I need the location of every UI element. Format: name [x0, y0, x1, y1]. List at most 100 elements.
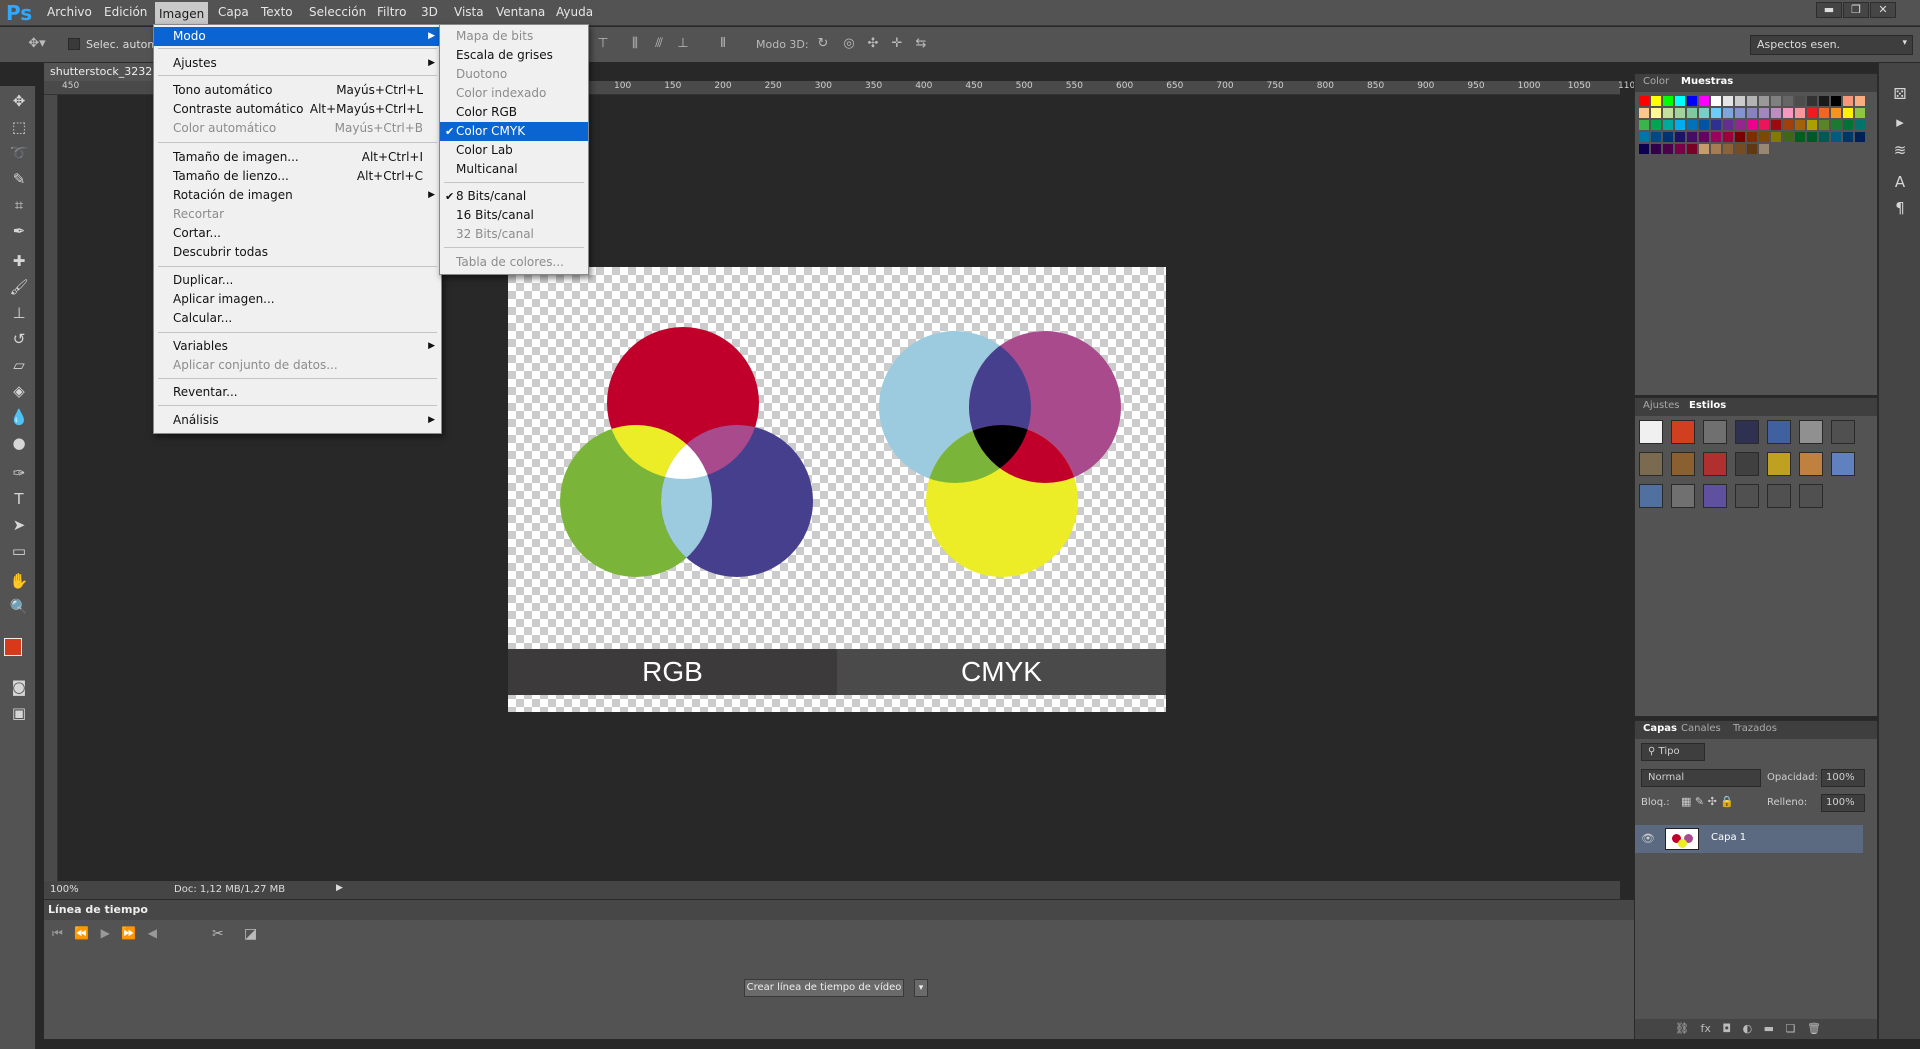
eraser-tool-icon[interactable]: ▱ — [8, 354, 30, 376]
color-swatch[interactable] — [1783, 96, 1793, 106]
color-swatch[interactable] — [1747, 132, 1757, 142]
dodge-tool-icon[interactable]: ● — [8, 432, 30, 454]
color-swatch[interactable] — [1699, 108, 1709, 118]
status-menu-arrow-icon[interactable]: ▶ — [336, 883, 343, 893]
next-frame-icon[interactable]: ⏩ — [121, 926, 136, 940]
menu-capa[interactable]: Capa — [215, 5, 252, 19]
style-preset[interactable] — [1799, 484, 1823, 508]
menu-vista[interactable]: Vista — [451, 5, 487, 19]
style-preset[interactable] — [1799, 452, 1823, 476]
mode-multicanal[interactable]: Multicanal — [440, 160, 588, 179]
mode-color-rgb[interactable]: Color RGB — [440, 103, 588, 122]
tab-swatches[interactable]: Muestras — [1681, 76, 1733, 87]
color-swatch[interactable] — [1711, 108, 1721, 118]
color-swatch[interactable] — [1843, 108, 1853, 118]
paint-bucket-tool-icon[interactable]: ◈ — [8, 380, 30, 402]
menu-imagen[interactable]: Imagen — [155, 2, 209, 26]
color-swatch[interactable] — [1759, 120, 1769, 130]
mode-escala-de-grises[interactable]: Escala de grises — [440, 46, 588, 65]
tab-paths[interactable]: Trazados — [1733, 723, 1777, 734]
style-preset[interactable] — [1671, 452, 1695, 476]
color-swatch[interactable] — [1783, 108, 1793, 118]
color-swatch[interactable] — [1663, 144, 1673, 154]
roll-3d-icon[interactable]: ◎ — [840, 36, 858, 54]
opacity-input[interactable]: 100% — [1821, 769, 1865, 787]
autoselect-checkbox[interactable] — [68, 38, 80, 50]
color-swatch[interactable] — [1747, 144, 1757, 154]
color-swatch[interactable] — [1723, 120, 1733, 130]
style-preset[interactable] — [1831, 452, 1855, 476]
style-preset[interactable] — [1703, 420, 1727, 444]
close-button[interactable]: ✕ — [1870, 2, 1896, 18]
color-swatch[interactable] — [1651, 144, 1661, 154]
color-swatch[interactable] — [1831, 108, 1841, 118]
link-layers-icon[interactable]: ⛓ — [1675, 1022, 1689, 1035]
color-swatch[interactable] — [1855, 132, 1865, 142]
color-swatch[interactable] — [1699, 132, 1709, 142]
color-swatch[interactable] — [1723, 144, 1733, 154]
mode-color-lab[interactable]: Color Lab — [440, 141, 588, 160]
color-swatch[interactable] — [1759, 108, 1769, 118]
color-swatch[interactable] — [1831, 120, 1841, 130]
color-swatch[interactable] — [1675, 132, 1685, 142]
color-swatch[interactable] — [1699, 144, 1709, 154]
tab-color[interactable]: Color — [1643, 76, 1669, 87]
adjustment-layer-icon[interactable]: ◐ — [1743, 1022, 1753, 1035]
color-swatch[interactable] — [1723, 108, 1733, 118]
color-swatch[interactable] — [1819, 120, 1829, 130]
color-swatch[interactable] — [1819, 132, 1829, 142]
menu-item-calcular[interactable]: Calcular... — [154, 309, 441, 328]
path-selection-tool-icon[interactable]: ➤ — [8, 514, 30, 536]
color-swatch[interactable] — [1747, 108, 1757, 118]
color-swatch[interactable] — [1807, 108, 1817, 118]
document-canvas[interactable]: RGB CMYK — [508, 267, 1166, 712]
color-swatch[interactable] — [1819, 96, 1829, 106]
brush-panel-icon[interactable]: ≋ — [1889, 139, 1911, 161]
distribute-icon[interactable]: ⫴ — [714, 36, 732, 54]
clone-stamp-tool-icon[interactable]: ⊥ — [8, 302, 30, 324]
character-panel-icon[interactable]: A — [1889, 171, 1911, 193]
mode-16-bits[interactable]: 16 Bits/canal — [440, 206, 588, 225]
slide-3d-icon[interactable]: ✛ — [888, 36, 906, 54]
layer-filter-select[interactable]: ⚲ Tipo — [1641, 743, 1705, 761]
color-swatch[interactable] — [1855, 120, 1865, 130]
layer-row[interactable]: 👁 Capa 1 — [1635, 825, 1863, 853]
drag-3d-icon[interactable]: ✣ — [864, 36, 882, 54]
workspace-select[interactable]: Aspectos esen. ▾ — [1750, 35, 1913, 55]
color-swatch[interactable] — [1663, 132, 1673, 142]
color-swatch[interactable] — [1663, 120, 1673, 130]
color-swatch[interactable] — [1855, 96, 1865, 106]
color-swatch[interactable] — [1711, 96, 1721, 106]
lasso-tool-icon[interactable]: ➰ — [8, 142, 30, 164]
color-swatch[interactable] — [1735, 96, 1745, 106]
color-swatch[interactable] — [1639, 108, 1649, 118]
foreground-color-swatch[interactable] — [4, 638, 22, 656]
color-swatch[interactable] — [1675, 120, 1685, 130]
eyedropper-tool-icon[interactable]: ✒ — [8, 220, 30, 242]
color-swatch[interactable] — [1771, 120, 1781, 130]
color-swatch[interactable] — [1759, 132, 1769, 142]
color-swatch[interactable] — [1735, 108, 1745, 118]
marquee-tool-icon[interactable]: ⬚ — [8, 116, 30, 138]
new-layer-icon[interactable]: ❏ — [1786, 1022, 1796, 1035]
style-preset[interactable] — [1735, 484, 1759, 508]
fx-icon[interactable]: fx — [1700, 1022, 1710, 1035]
color-swatch[interactable] — [1771, 108, 1781, 118]
align-hcenter-icon[interactable]: ⫼ — [626, 36, 644, 54]
menu-item-tono-automatico[interactable]: Tono automático Mayús+Ctrl+L — [154, 81, 441, 100]
mode-8-bits[interactable]: ✔ 8 Bits/canal — [440, 187, 588, 206]
color-swatch[interactable] — [1831, 96, 1841, 106]
color-swatch[interactable] — [1807, 120, 1817, 130]
color-swatch[interactable] — [1675, 144, 1685, 154]
color-swatch[interactable] — [1759, 96, 1769, 106]
color-swatch[interactable] — [1843, 132, 1853, 142]
menu-texto[interactable]: Texto — [258, 5, 296, 19]
color-swatch[interactable] — [1651, 132, 1661, 142]
move-tool-icon[interactable]: ✥ — [8, 90, 30, 112]
tab-adjustments[interactable]: Ajustes — [1643, 400, 1679, 411]
color-swatch[interactable] — [1759, 144, 1769, 154]
first-frame-icon[interactable]: ⏮ — [52, 926, 63, 940]
move-tool-preset-icon[interactable]: ✥▾ — [20, 36, 54, 54]
style-preset[interactable] — [1639, 452, 1663, 476]
color-swatch[interactable] — [1843, 120, 1853, 130]
